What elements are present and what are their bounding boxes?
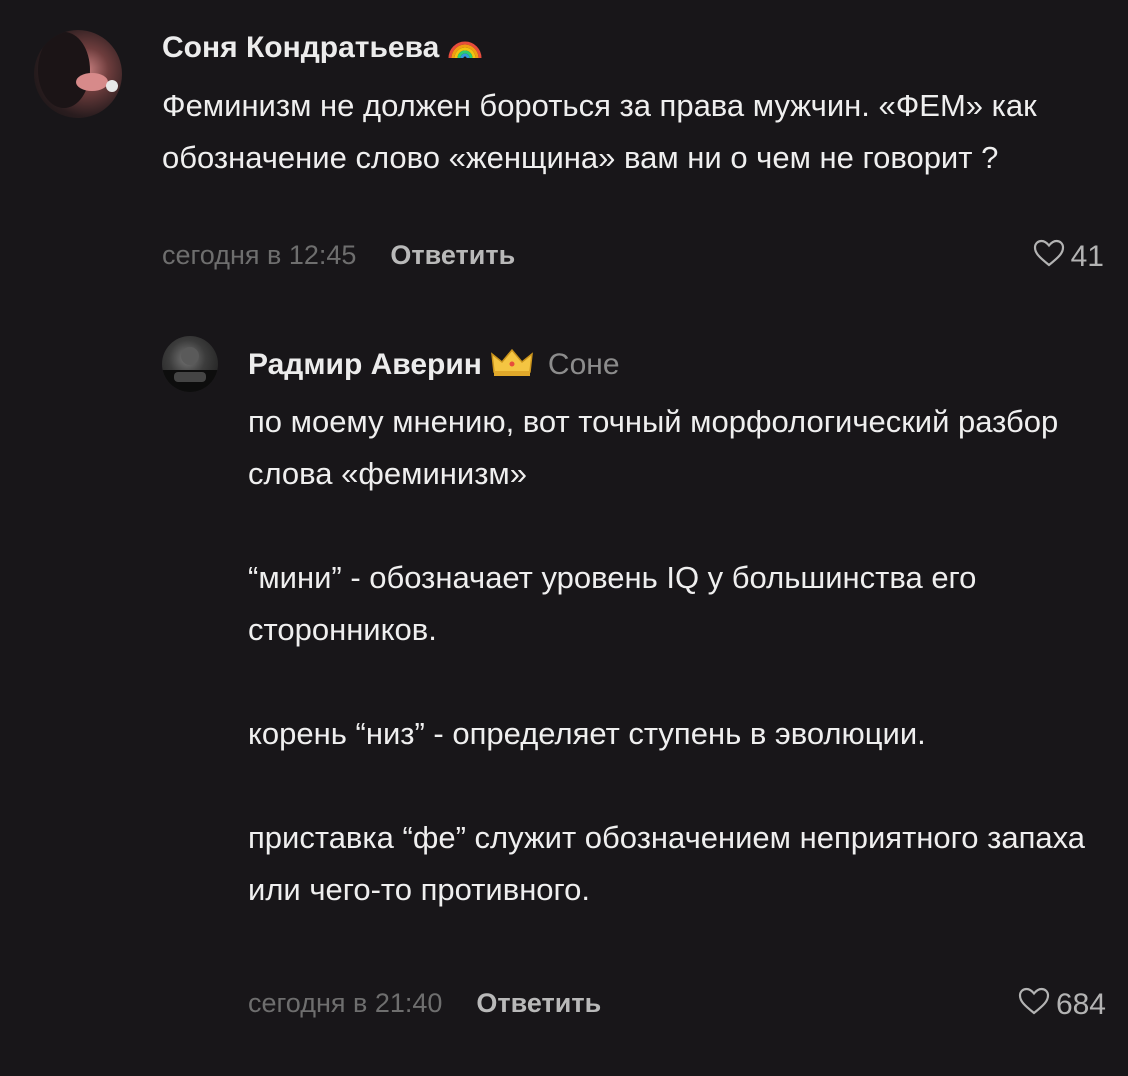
comment-text: Феминизм не должен бороться за права муж…: [162, 88, 1037, 175]
heart-icon: [1033, 238, 1065, 276]
like-count: 684: [1055, 988, 1106, 1021]
reply-to-label[interactable]: Соне: [548, 348, 620, 381]
timestamp: сегодня в 21:40: [248, 988, 443, 1018]
comment-meta: сегодня в 21:40 Ответить: [248, 988, 601, 1019]
heart-icon: [1018, 986, 1050, 1024]
comment-sonya: Соня Кондратьева Феминизм не должен боро…: [0, 0, 1128, 290]
like-button[interactable]: 41: [1033, 238, 1104, 276]
rainbow-icon: [447, 30, 483, 68]
avatar[interactable]: [34, 30, 122, 118]
reply-button[interactable]: Ответить: [476, 988, 601, 1018]
comment-radmir: Радмир Аверин Соне по моему мнению, вот …: [0, 320, 1128, 1050]
like-button[interactable]: 684: [1018, 986, 1106, 1024]
comment-text: по моему мнению, вот точный морфологичес…: [248, 404, 1085, 907]
reply-button[interactable]: Ответить: [390, 240, 515, 270]
author-name[interactable]: Соня Кондратьева: [162, 30, 483, 68]
like-count: 41: [1070, 240, 1104, 273]
author-name[interactable]: Радмир Аверин Соне: [248, 346, 620, 386]
crown-icon: [490, 346, 534, 386]
avatar[interactable]: [162, 336, 218, 392]
timestamp: сегодня в 12:45: [162, 240, 357, 270]
comment-meta: сегодня в 12:45 Ответить: [162, 240, 515, 271]
